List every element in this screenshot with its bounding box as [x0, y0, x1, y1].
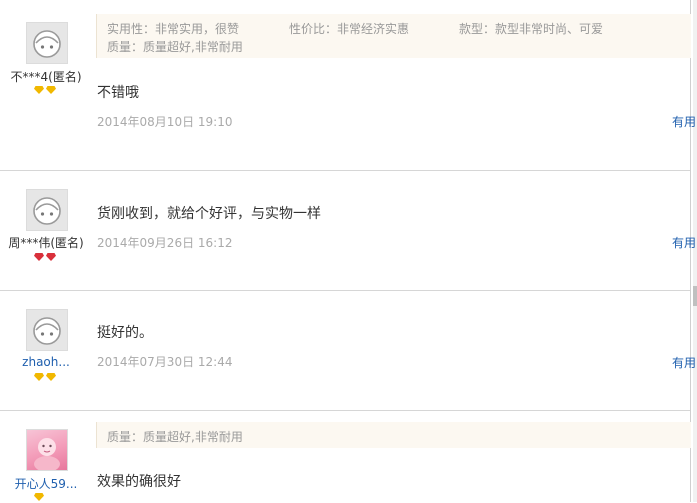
review-content: 货刚收到，就给个好评，与实物一样 — [97, 206, 321, 222]
review-content: 挺好的。 — [97, 325, 153, 341]
useful-button[interactable]: 有用 — [672, 354, 696, 371]
user-photo-avatar[interactable] — [26, 429, 68, 471]
review-item: 不***4(匿名) 实用性：非常实用，很赞 性价比：非常经济实惠 款型：款型非常… — [0, 0, 696, 170]
rating-tags: 质量：质量超好,非常耐用 — [96, 422, 691, 448]
gold-diamond-icon — [46, 86, 56, 94]
user-name[interactable]: 不***4(匿名) — [0, 68, 92, 85]
red-heart-diamond-icon — [34, 253, 44, 261]
gold-diamond-icon — [46, 373, 56, 381]
default-avatar-icon[interactable] — [26, 189, 68, 231]
gold-diamond-icon — [34, 86, 44, 94]
default-avatar-icon[interactable] — [26, 22, 68, 64]
review-item: zhaoh... 挺好的。 2014年07月30日 12:44 有用 — [0, 291, 696, 410]
review-time: 2014年08月10日 19:10 — [97, 115, 233, 129]
rating-tag: 款型：款型非常时尚、可爱 — [459, 22, 604, 36]
gold-diamond-icon — [34, 373, 44, 381]
rating-tag: 实用性：非常实用，很赞 — [107, 22, 240, 36]
rating-tag: 质量：质量超好,非常耐用 — [107, 40, 243, 54]
user-name[interactable]: 周***伟(匿名) — [0, 234, 92, 251]
user-name-link[interactable]: 开心人59... — [0, 475, 92, 492]
default-avatar-icon[interactable] — [26, 309, 68, 351]
rating-tag: 性价比：非常经济实惠 — [289, 22, 410, 36]
review-time: 2014年07月30日 12:44 — [97, 355, 233, 369]
useful-button[interactable]: 有用 — [672, 234, 696, 251]
review-content: 不错哦 — [97, 85, 139, 101]
review-time: 2014年09月26日 16:12 — [97, 236, 233, 250]
review-content: 效果的确很好 — [97, 474, 181, 490]
rating-tags: 实用性：非常实用，很赞 性价比：非常经济实惠 款型：款型非常时尚、可爱 质量：质… — [96, 14, 691, 58]
gold-diamond-icon — [34, 493, 44, 501]
user-name-link[interactable]: zhaoh... — [0, 355, 92, 369]
scrollbar-track[interactable] — [693, 0, 697, 502]
useful-button[interactable]: 有用 — [672, 113, 696, 130]
review-item: 开心人59... 质量：质量超好,非常耐用 效果的确很好 — [0, 411, 691, 502]
user-level — [34, 253, 56, 263]
red-heart-diamond-icon — [46, 253, 56, 261]
user-level — [34, 86, 56, 96]
review-item: 周***伟(匿名) 货刚收到，就给个好评，与实物一样 2014年09月26日 1… — [0, 171, 696, 290]
user-level — [34, 373, 56, 383]
rating-tag: 质量：质量超好,非常耐用 — [107, 430, 243, 444]
scrollbar-thumb[interactable] — [693, 286, 697, 306]
